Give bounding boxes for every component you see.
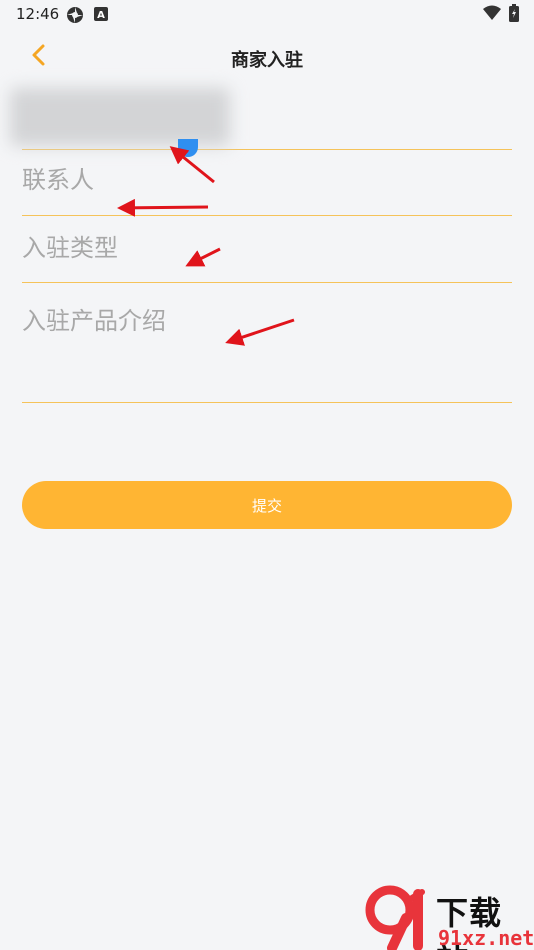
product-intro-textarea[interactable] bbox=[22, 301, 512, 397]
status-time: 12:46 bbox=[16, 5, 60, 23]
contact-input[interactable] bbox=[22, 166, 512, 194]
submit-button[interactable]: 提交 bbox=[22, 481, 512, 529]
watermark: 下载站 91xz.net bbox=[362, 884, 534, 950]
91-logo-icon bbox=[365, 885, 425, 950]
title-bar: 商家入驻 bbox=[0, 28, 534, 84]
watermark-domain: 91xz.net bbox=[438, 926, 534, 950]
entry-type-field[interactable] bbox=[22, 216, 512, 283]
battery-icon bbox=[509, 4, 519, 26]
a-badge-icon: A bbox=[94, 6, 108, 25]
merchant-name-field[interactable] bbox=[10, 88, 512, 157]
blurred-merchant-name bbox=[10, 88, 230, 146]
page-title: 商家入驻 bbox=[231, 50, 303, 71]
entry-type-input[interactable] bbox=[22, 234, 512, 262]
product-intro-field[interactable] bbox=[22, 283, 512, 403]
wifi-icon bbox=[483, 5, 501, 25]
status-bar: 12:46 A bbox=[0, 0, 534, 28]
svg-text:A: A bbox=[97, 10, 105, 21]
app-notification-icon bbox=[66, 6, 84, 28]
contact-field[interactable] bbox=[22, 150, 512, 216]
